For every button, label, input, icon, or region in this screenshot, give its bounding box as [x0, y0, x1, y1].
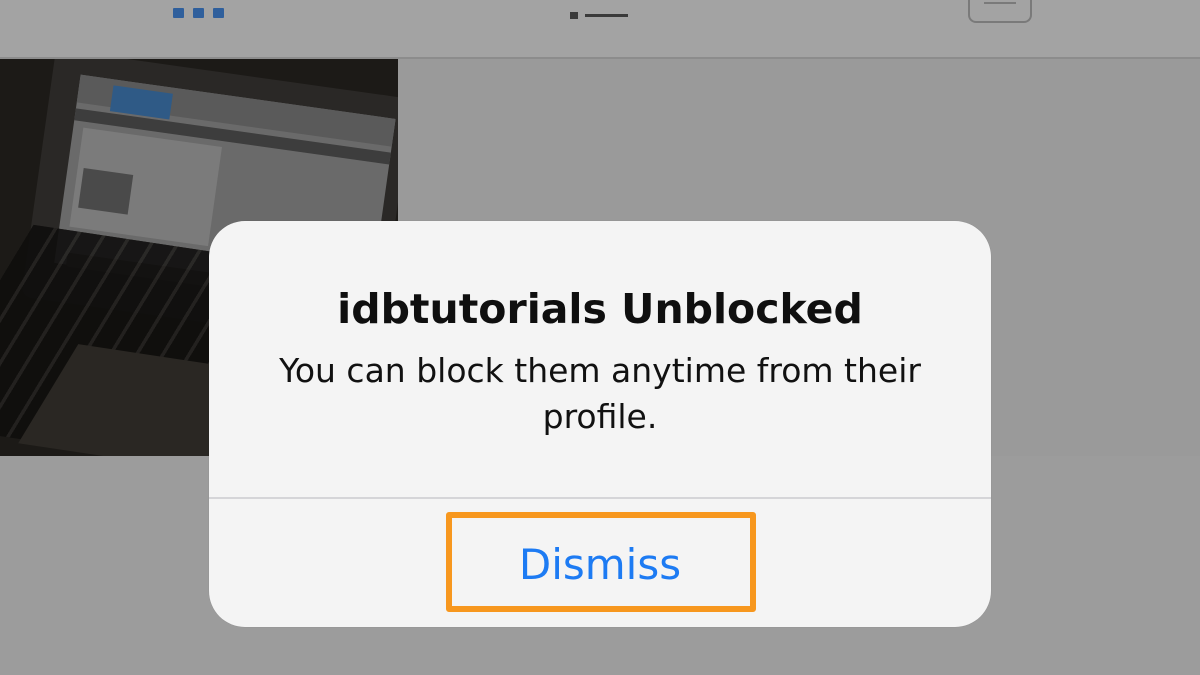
dismiss-button[interactable]	[209, 499, 991, 627]
tagged-photos-icon[interactable]	[968, 0, 1032, 23]
profile-view-toolbar	[0, 0, 1200, 59]
grid-view-icon[interactable]	[173, 8, 225, 18]
alert-message: You can block them anytime from their pr…	[279, 351, 921, 436]
list-view-icon[interactable]	[570, 10, 630, 20]
alert-title: idbtutorials Unblocked	[337, 285, 863, 333]
